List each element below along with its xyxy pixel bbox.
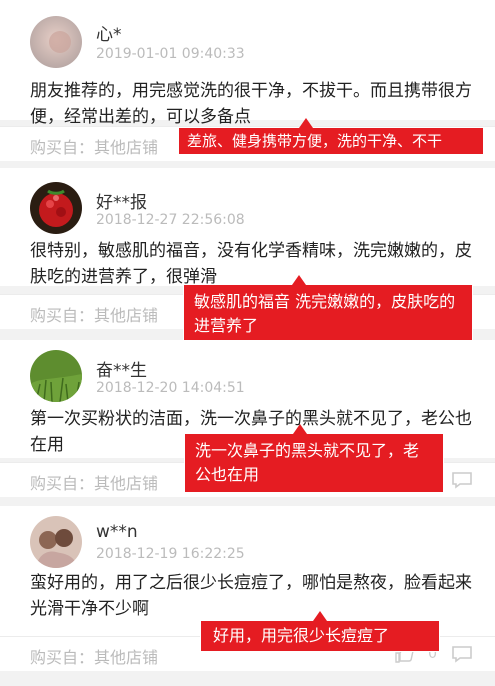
highlight-callout: 好用，用完很少长痘痘了 <box>200 611 440 652</box>
review-text: 蛮好用的，用了之后很少长痘痘了，哪怕是熬夜，脸看起来光滑干净不少啊 <box>30 573 472 619</box>
highlight-callout: 差旅、健身携带方便，洗的干净、不干 <box>178 118 484 155</box>
callout-text: 洗一次鼻子的黑头就不见了，老公也在用 <box>195 441 420 484</box>
callout-text: 敏感肌的福音 洗完嫩嫩的，皮肤吃的进营养了 <box>194 292 456 335</box>
review-card-4: w**n 2018-12-19 16:22:25 蛮好用的，用了之后很少长痘痘了… <box>0 506 495 636</box>
callout-pointer <box>293 424 307 434</box>
avatar[interactable] <box>30 350 82 402</box>
callout-pointer <box>299 118 313 128</box>
review-date: 2018-12-19 16:22:25 <box>96 546 245 562</box>
callout-text: 好用，用完很少长痘痘了 <box>213 626 390 645</box>
review-date: 2019-01-01 09:40:33 <box>96 46 245 62</box>
review-card-2: 好**报 2018-12-27 22:56:08 很特别，敏感肌的福音，没有化学… <box>0 168 495 287</box>
bought-from-label: 购买自：其他店铺 <box>30 306 159 325</box>
review-actions <box>451 471 473 489</box>
username[interactable]: 心* <box>96 20 122 45</box>
review-date: 2018-12-20 14:04:51 <box>96 380 245 396</box>
callout-pointer <box>292 275 306 285</box>
avatar[interactable] <box>30 16 82 68</box>
review-text: 朋友推荐的，用完感觉洗的很干净，不拔干。而且携带很方便，经常出差的，可以多备点 <box>30 81 472 127</box>
review-date: 2018-12-27 22:56:08 <box>96 212 245 228</box>
bought-from-label: 购买自：其他店铺 <box>30 474 159 493</box>
avatar[interactable] <box>30 516 82 568</box>
comment-icon[interactable] <box>451 471 473 489</box>
callout-pointer <box>313 611 327 621</box>
comment-icon[interactable] <box>451 645 473 663</box>
review-card-1: 心* 2019-01-01 09:40:33 朋友推荐的，用完感觉洗的很干净，不… <box>0 0 495 127</box>
highlight-callout: 洗一次鼻子的黑头就不见了，老公也在用 <box>184 424 444 493</box>
username[interactable]: 奋**生 <box>96 356 147 381</box>
highlight-callout: 敏感肌的福音 洗完嫩嫩的，皮肤吃的进营养了 <box>183 275 473 346</box>
username[interactable]: w**n <box>96 522 138 542</box>
avatar[interactable] <box>30 182 82 234</box>
username[interactable]: 好**报 <box>96 188 147 213</box>
bought-from-label: 购买自：其他店铺 <box>30 648 159 667</box>
review-text: 很特别，敏感肌的福音，没有化学香精味，洗完嫩嫩的，皮肤吃的进营养了，很弹滑 <box>30 241 472 287</box>
bought-from-label: 购买自：其他店铺 <box>30 138 159 157</box>
callout-text: 差旅、健身携带方便，洗的干净、不干 <box>187 132 443 150</box>
